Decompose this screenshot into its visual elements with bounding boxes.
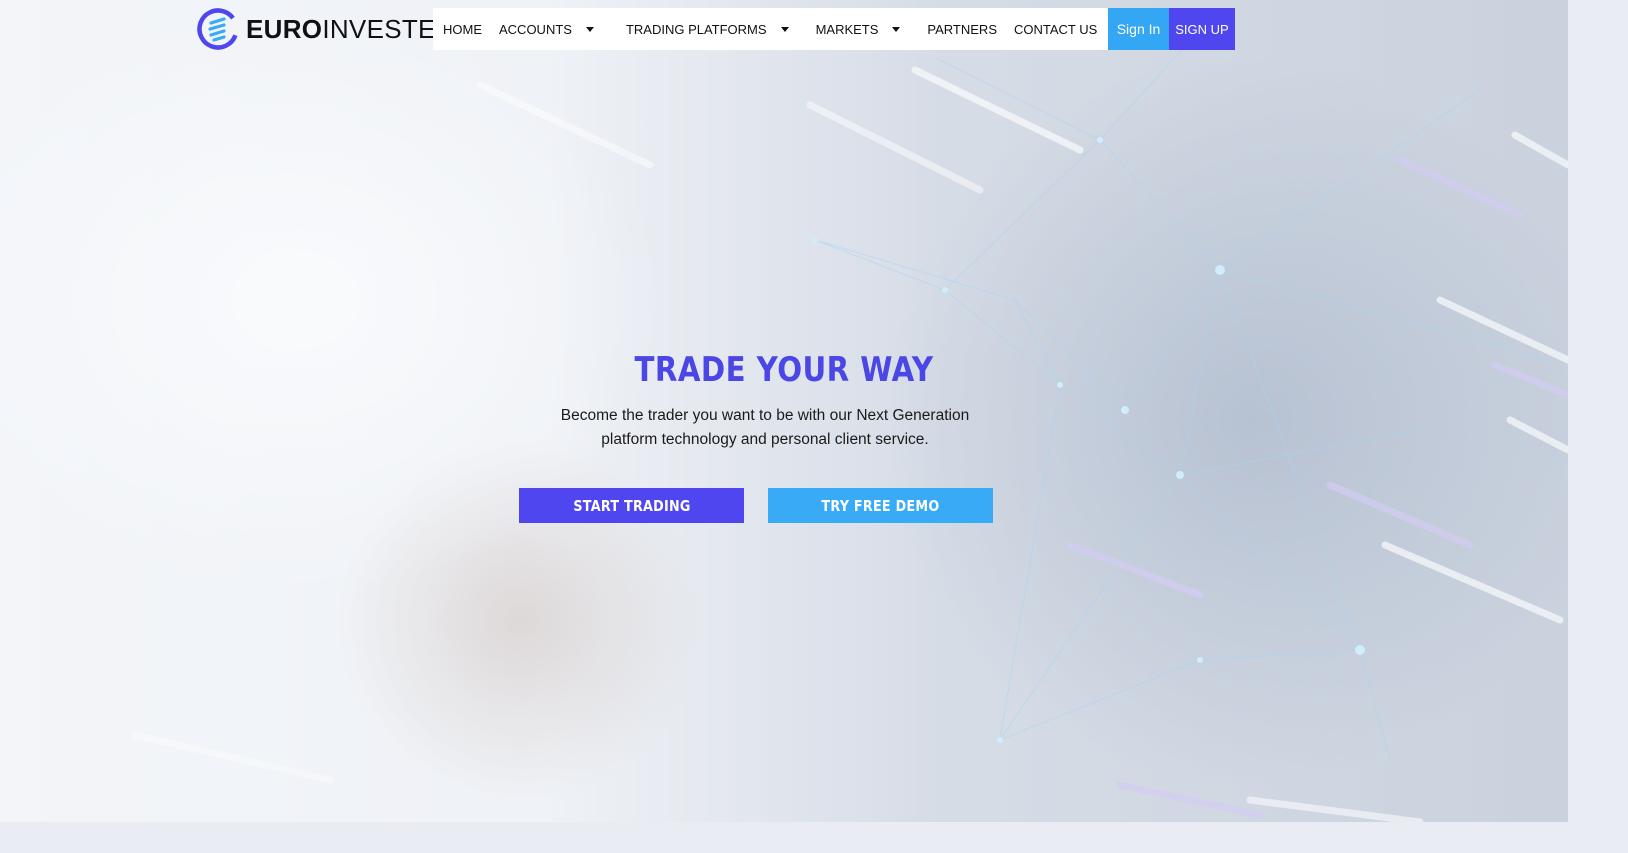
caret-down-icon [585,26,594,32]
caret-down-icon [892,26,901,32]
nav-accounts-label: ACCOUNTS [499,21,572,37]
caret-down-icon [780,26,789,32]
nav-home[interactable]: HOME [443,8,482,50]
nav-contact-us-label: CONTACT US [1014,21,1098,37]
nav-contact-us[interactable]: CONTACT US [1014,8,1097,50]
main-nav: HOME ACCOUNTS TRADING PLATFORMS MARKETS … [433,8,1171,50]
brand-logo[interactable]: EUROINVESTEC [196,6,455,52]
start-trading-button[interactable]: START TRADING [519,488,744,523]
header: EUROINVESTEC HOME ACCOUNTS TRADING PLATF… [0,0,1568,56]
brand-name-bold: EURO [246,14,323,44]
nav-markets-label: MARKETS [815,21,879,37]
euroinvestec-logo-icon [197,8,239,50]
nav-trading-platforms-label: TRADING PLATFORMS [625,21,767,37]
sign-up-button[interactable]: SIGN UP [1169,8,1235,50]
try-free-demo-button[interactable]: TRY FREE DEMO [768,488,993,523]
brand-name: EUROINVESTEC [246,16,455,42]
hero-title: TRADE YOUR WAY [634,350,934,390]
nav-trading-platforms[interactable]: TRADING PLATFORMS [626,8,789,50]
start-trading-label: START TRADING [572,496,691,515]
nav-home-label: HOME [443,21,482,37]
nav-partners-label: PARTNERS [927,21,997,37]
nav-partners[interactable]: PARTNERS [927,8,997,50]
nav-accounts[interactable]: ACCOUNTS [499,8,594,50]
sign-in-button[interactable]: Sign In [1108,8,1169,50]
hero-subtitle: Become the trader you want to be with ou… [560,407,970,448]
try-free-demo-label: TRY FREE DEMO [821,496,940,515]
nav-markets[interactable]: MARKETS [816,8,901,50]
